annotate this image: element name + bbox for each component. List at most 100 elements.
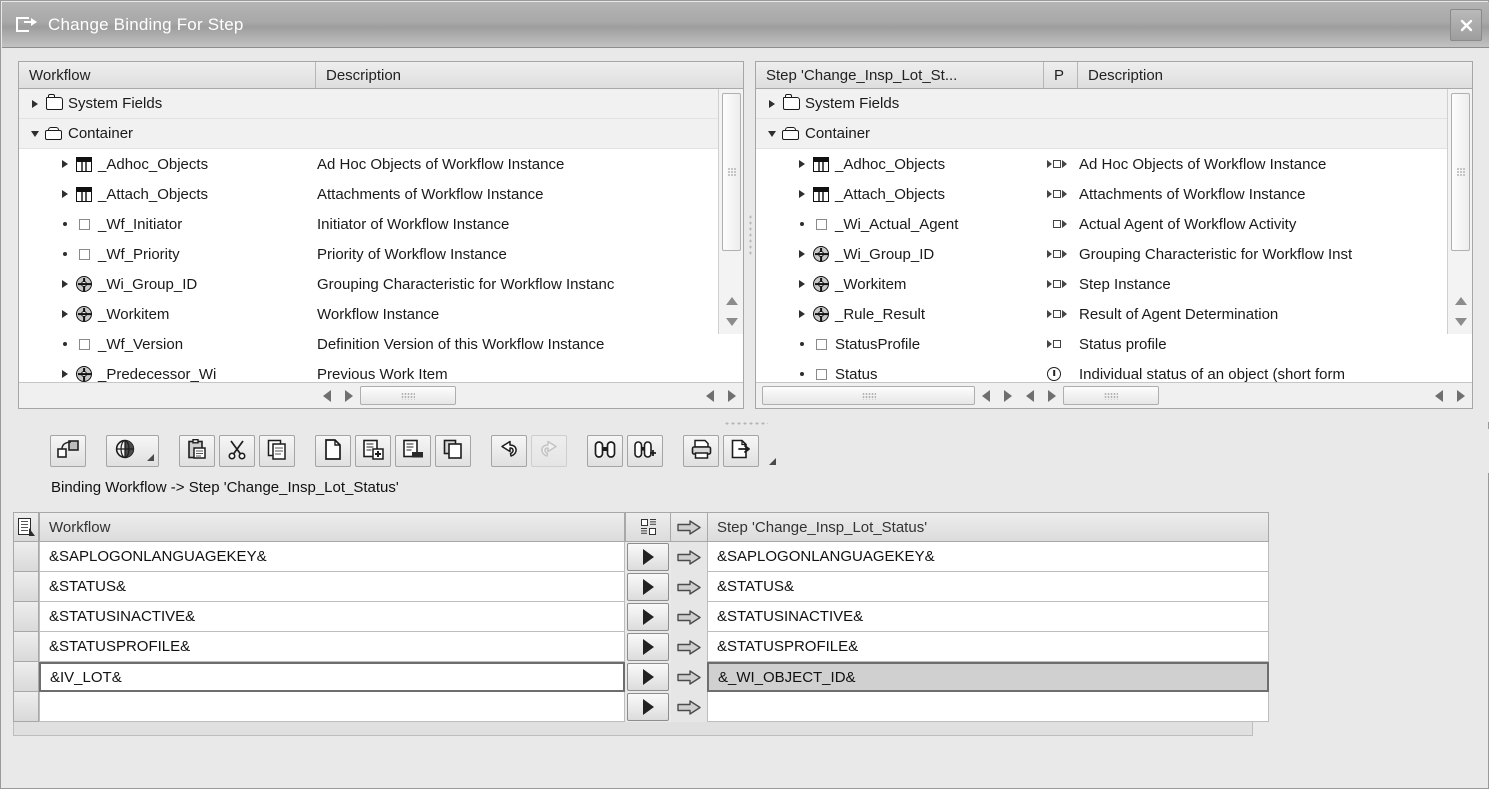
tree-row[interactable]: _Adhoc_Objects Ad Hoc Objects of Workflow… — [756, 149, 1472, 179]
tree-expander[interactable] — [764, 130, 780, 137]
right-column-header-description[interactable]: Description — [1078, 62, 1472, 88]
binding-row-left-value[interactable]: &STATUS& — [39, 572, 625, 602]
right-desc2-hscroll-left-button[interactable] — [1428, 385, 1450, 407]
right-hscroll-right-button[interactable] — [997, 385, 1019, 407]
tree-row[interactable]: StatusProfile Status profile — [756, 329, 1472, 359]
left-hscroll-left-button[interactable] — [316, 385, 338, 407]
binding-row-left-value[interactable] — [39, 692, 625, 722]
binding-row[interactable]: &STATUSPROFILE& &STATUSPROFILE& — [13, 632, 1269, 662]
close-button[interactable] — [1450, 9, 1482, 41]
binding-row-right-value[interactable]: &STATUSPROFILE& — [707, 632, 1269, 662]
undo-button[interactable] — [491, 435, 527, 467]
left-scroll-down-button[interactable] — [722, 312, 741, 331]
binding-row-expand-button[interactable] — [627, 693, 669, 721]
tree-row[interactable]: _Workitem Step Instance — [756, 269, 1472, 299]
export-button[interactable] — [723, 435, 759, 467]
tree-row[interactable]: _Wi_Group_ID Grouping Characteristic for … — [756, 239, 1472, 269]
tree-row[interactable]: _Wf_Version Definition Version of this Wo… — [19, 329, 743, 359]
binding-row-left-value[interactable]: &STATUSPROFILE& — [39, 632, 625, 662]
tree-row[interactable]: _Rule_Result Result of Agent Determinatio… — [756, 299, 1472, 329]
binding-row-left-value[interactable]: &IV_LOT& — [39, 662, 625, 692]
binding-row[interactable]: &IV_LOT& &_WI_OBJECT_ID& — [13, 662, 1269, 692]
tree-expander[interactable] — [764, 99, 780, 108]
binding-row[interactable]: &STATUS& &STATUS& — [13, 572, 1269, 602]
tree-row[interactable]: _Attach_Objects Attachments of Workflow I… — [19, 179, 743, 209]
tree-expander[interactable] — [794, 310, 810, 318]
tree-expander[interactable] — [57, 370, 73, 378]
binding-row[interactable] — [13, 692, 1269, 722]
delete-row-button[interactable] — [395, 435, 431, 467]
left-vscroll-thumb[interactable] — [722, 93, 741, 251]
cut-button[interactable] — [219, 435, 255, 467]
tree-row[interactable]: System Fields — [756, 89, 1472, 119]
tree-row[interactable]: _Predecessor_Wi Previous Work Item — [19, 359, 743, 382]
right-hscroll-thumb-right[interactable] — [1063, 386, 1159, 405]
left-horizontal-scrollbar[interactable] — [19, 382, 743, 408]
tree-row[interactable]: _Wi_Group_ID Grouping Characteristic for … — [19, 269, 743, 299]
tree-row[interactable]: Container — [19, 119, 743, 149]
right-desc2-hscroll-right-button[interactable] — [1450, 385, 1472, 407]
find-next-button[interactable] — [627, 435, 663, 467]
binding-row-selector[interactable] — [13, 632, 39, 662]
pane-splitter[interactable] — [746, 61, 754, 409]
right-scroll-up-button[interactable] — [1451, 291, 1470, 310]
right-hscroll-left-button[interactable] — [975, 385, 997, 407]
binding-row-expand-button[interactable] — [627, 573, 669, 601]
binding-header-grid-icon-cell[interactable] — [625, 512, 671, 542]
binding-button[interactable] — [50, 435, 86, 467]
binding-row-selector[interactable] — [13, 692, 39, 722]
left-desc-hscroll-right-button[interactable] — [721, 385, 743, 407]
copy-button[interactable] — [259, 435, 295, 467]
binding-row-expand-button[interactable] — [627, 603, 669, 631]
new-document-button[interactable] — [315, 435, 351, 467]
left-hscroll-thumb[interactable] — [360, 386, 456, 405]
binding-row-left-value[interactable]: &SAPLOGONLANGUAGEKEY& — [39, 542, 625, 572]
binding-row-expand-button[interactable] — [627, 663, 669, 691]
binding-row-expand-button[interactable] — [627, 543, 669, 571]
insert-row-button[interactable] — [355, 435, 391, 467]
left-vertical-scrollbar[interactable] — [718, 89, 743, 334]
tree-row[interactable]: _Workitem Workflow Instance — [19, 299, 743, 329]
right-vscroll-thumb[interactable] — [1451, 93, 1470, 251]
tree-expander[interactable] — [57, 160, 73, 168]
tree-expander[interactable] — [57, 190, 73, 198]
export-dropdown[interactable] — [763, 433, 781, 470]
find-button[interactable] — [587, 435, 623, 467]
right-desc-hscroll-right-button[interactable] — [1041, 385, 1063, 407]
tree-expander[interactable] — [794, 160, 810, 168]
tree-row[interactable]: Status Individual status of an object (sh… — [756, 359, 1472, 382]
tree-expander[interactable] — [57, 280, 73, 288]
right-column-header-step[interactable]: Step 'Change_Insp_Lot_St... — [756, 62, 1044, 88]
binding-row-right-value[interactable]: &SAPLOGONLANGUAGEKEY& — [707, 542, 1269, 572]
binding-row-left-value[interactable]: &STATUSINACTIVE& — [39, 602, 625, 632]
tree-expander[interactable] — [27, 130, 43, 137]
tree-expander[interactable] — [27, 99, 43, 108]
paste-button[interactable] — [179, 435, 215, 467]
right-vertical-scrollbar[interactable] — [1447, 89, 1472, 334]
tree-expander[interactable] — [794, 190, 810, 198]
tree-expander[interactable] — [794, 280, 810, 288]
tree-expander[interactable] — [57, 310, 73, 318]
binding-row-right-value[interactable]: &STATUSINACTIVE& — [707, 602, 1269, 632]
binding-row[interactable]: &STATUSINACTIVE& &STATUSINACTIVE& — [13, 602, 1269, 632]
binding-row-selector[interactable] — [13, 662, 39, 692]
right-hscroll-thumb-left[interactable] — [762, 386, 975, 405]
tree-row[interactable]: _Adhoc_Objects Ad Hoc Objects of Workflow… — [19, 149, 743, 179]
binding-row-right-value[interactable]: &STATUS& — [707, 572, 1269, 602]
binding-row-expand-button[interactable] — [627, 633, 669, 661]
binding-row-selector[interactable] — [13, 572, 39, 602]
duplicate-button[interactable] — [435, 435, 471, 467]
binding-header-select-all[interactable] — [13, 512, 39, 542]
print-button[interactable] — [683, 435, 719, 467]
binding-row[interactable]: &SAPLOGONLANGUAGEKEY& &SAPLOGONLANGUAGEKE… — [13, 542, 1269, 572]
tree-row[interactable]: System Fields — [19, 89, 743, 119]
binding-header-right[interactable]: Step 'Change_Insp_Lot_Status' — [707, 512, 1269, 542]
binding-row-right-value[interactable] — [707, 692, 1269, 722]
right-horizontal-scrollbar[interactable] — [756, 382, 1472, 408]
right-scroll-down-button[interactable] — [1451, 312, 1470, 331]
binding-row-selector[interactable] — [13, 602, 39, 632]
right-column-header-p[interactable]: P — [1044, 62, 1078, 88]
left-hscroll-right-button[interactable] — [338, 385, 360, 407]
left-scroll-up-button[interactable] — [722, 291, 741, 310]
right-desc-hscroll-left-button[interactable] — [1019, 385, 1041, 407]
